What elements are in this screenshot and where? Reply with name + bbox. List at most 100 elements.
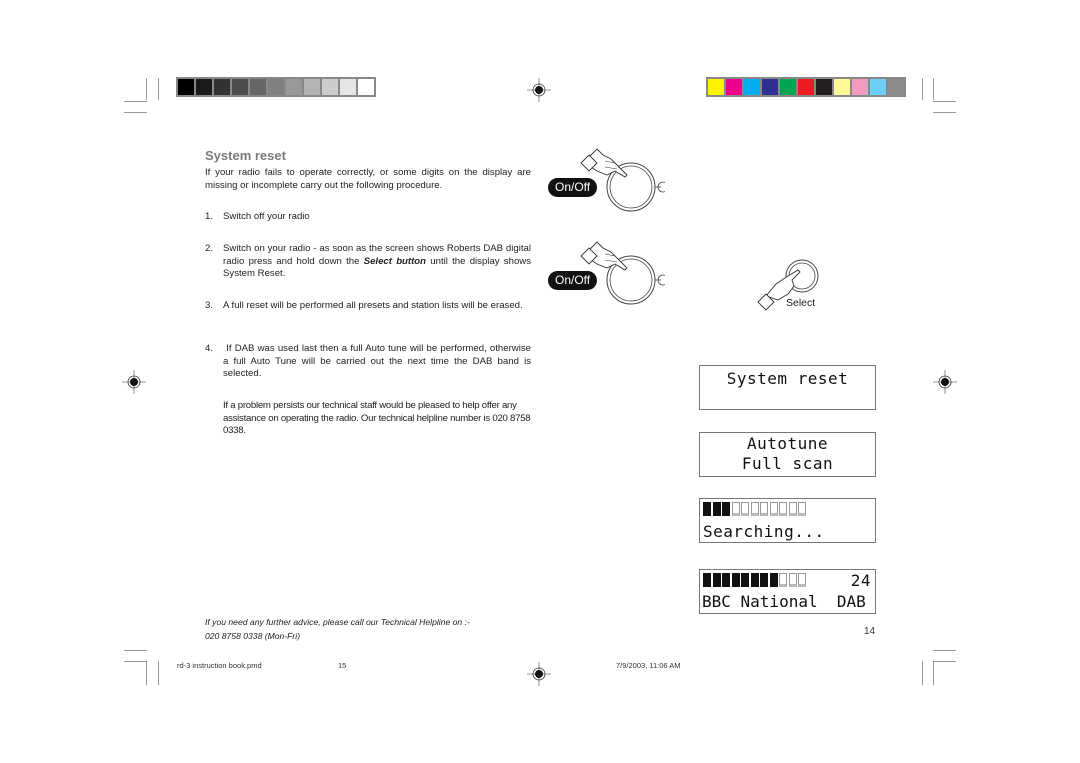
slug-sheet-number: 15 (338, 661, 347, 670)
grayscale-color-bar (176, 77, 376, 97)
station-count: 24 (850, 571, 871, 590)
lcd-display-searching: Searching... (699, 498, 876, 543)
lcd-line-2: Searching... (703, 522, 825, 541)
color-swatch (762, 79, 778, 95)
color-swatch (726, 79, 742, 95)
color-swatch (358, 79, 374, 95)
crop-mark (933, 661, 934, 685)
progress-segment-filled (741, 573, 749, 587)
color-swatch (870, 79, 886, 95)
crop-mark (158, 78, 159, 100)
slug-filename: rd-3 instruction book.pmd (177, 661, 262, 670)
crop-mark (933, 661, 956, 662)
progress-segment-empty (769, 502, 778, 516)
color-swatch (250, 79, 266, 95)
color-swatch (178, 79, 194, 95)
onoff-press-illustration-1: On/Off (545, 145, 665, 225)
registration-mark-icon (933, 370, 957, 394)
lcd-display-system-reset: System reset (699, 365, 876, 410)
advice-note-line-1: If you need any further advice, please c… (205, 617, 470, 627)
progress-segment-filled (712, 502, 721, 516)
step-4: 4. If DAB was used last then a full Auto… (205, 343, 531, 383)
progress-segment-empty (750, 502, 759, 516)
step-number: 2. (205, 243, 214, 254)
step-number: 3. (205, 300, 214, 311)
color-swatch (232, 79, 248, 95)
lcd-line-2: Full scan (741, 454, 834, 473)
step-text: Switch off your radio (223, 211, 310, 222)
crop-mark (922, 661, 923, 685)
color-swatch (798, 79, 814, 95)
progress-segment-filled (731, 573, 740, 587)
progress-segment-empty (779, 573, 787, 587)
color-swatch (196, 79, 212, 95)
crop-mark (124, 650, 147, 651)
progress-segment-filled (722, 502, 730, 516)
crop-mark (124, 661, 147, 662)
process-color-bar (706, 77, 906, 97)
progress-segment-empty (760, 502, 768, 516)
color-swatch (834, 79, 850, 95)
section-title: System reset (205, 148, 286, 163)
color-swatch (268, 79, 284, 95)
progress-segment-empty (731, 502, 740, 516)
progress-segment-filled (722, 573, 730, 587)
crop-mark (933, 101, 956, 102)
lcd-line-1: System reset (726, 369, 849, 388)
progress-segment-filled (769, 573, 778, 587)
color-swatch (816, 79, 832, 95)
registration-mark-icon (527, 662, 551, 686)
progress-segment-empty (779, 502, 787, 516)
progress-segment-filled (703, 573, 711, 587)
slug-timestamp: 7/9/2003, 11:06 AM (616, 661, 681, 670)
color-swatch (852, 79, 868, 95)
intro-paragraph: If your radio fails to operate correctly… (205, 167, 531, 191)
scan-progress-bar (703, 502, 808, 516)
crop-mark (124, 101, 147, 102)
step-3: 3. A full reset will be performed all pr… (205, 300, 531, 328)
lcd-line-2: BBC National DAB (702, 592, 866, 611)
onoff-button-label: On/Off (548, 178, 598, 197)
color-swatch (214, 79, 230, 95)
lcd-line-1: Autotune (746, 434, 829, 453)
step-text: If DAB was used last then a full Auto tu… (223, 343, 534, 379)
step-number: 4. (205, 343, 214, 354)
registration-mark-icon (527, 78, 551, 102)
progress-segment-empty (788, 502, 797, 516)
select-button-emphasis: Select button (363, 255, 427, 267)
step-number: 1. (205, 211, 214, 222)
page-number: 14 (864, 626, 876, 637)
advice-note-line-2: 020 8758 0338 (Mon-Fri) (205, 631, 301, 641)
progress-segment-filled (760, 573, 768, 587)
color-swatch (304, 79, 320, 95)
onoff-button-label: On/Off (548, 271, 598, 290)
color-swatch (888, 79, 904, 95)
crop-mark (933, 112, 956, 113)
select-press-illustration: Select (752, 258, 832, 314)
lcd-display-autotune: Autotune Full scan (699, 432, 876, 477)
step-2: 2. Switch on your radio - as soon as the… (205, 243, 531, 283)
color-swatch (708, 79, 724, 95)
step-text: A full reset will be performed all prese… (223, 300, 523, 311)
progress-segment-empty (788, 573, 797, 587)
registration-mark-icon (122, 370, 146, 394)
scan-progress-bar (703, 573, 808, 587)
color-swatch (286, 79, 302, 95)
crop-mark (124, 112, 147, 113)
crop-mark (158, 661, 159, 685)
crop-mark (933, 650, 956, 651)
crop-mark (146, 661, 147, 685)
progress-segment-filled (750, 573, 759, 587)
progress-segment-filled (703, 502, 711, 516)
select-button-label: Select (786, 297, 816, 309)
helpline-paragraph: If a problem persists our technical staf… (223, 400, 531, 436)
crop-mark (922, 78, 923, 100)
color-swatch (744, 79, 760, 95)
crop-mark (146, 78, 147, 100)
progress-segment-empty (741, 502, 749, 516)
step-1: 1. Switch off your radio (205, 211, 531, 225)
crop-mark (933, 78, 934, 100)
color-swatch (780, 79, 796, 95)
onoff-press-illustration-2: On/Off (545, 240, 665, 320)
color-swatch (322, 79, 338, 95)
